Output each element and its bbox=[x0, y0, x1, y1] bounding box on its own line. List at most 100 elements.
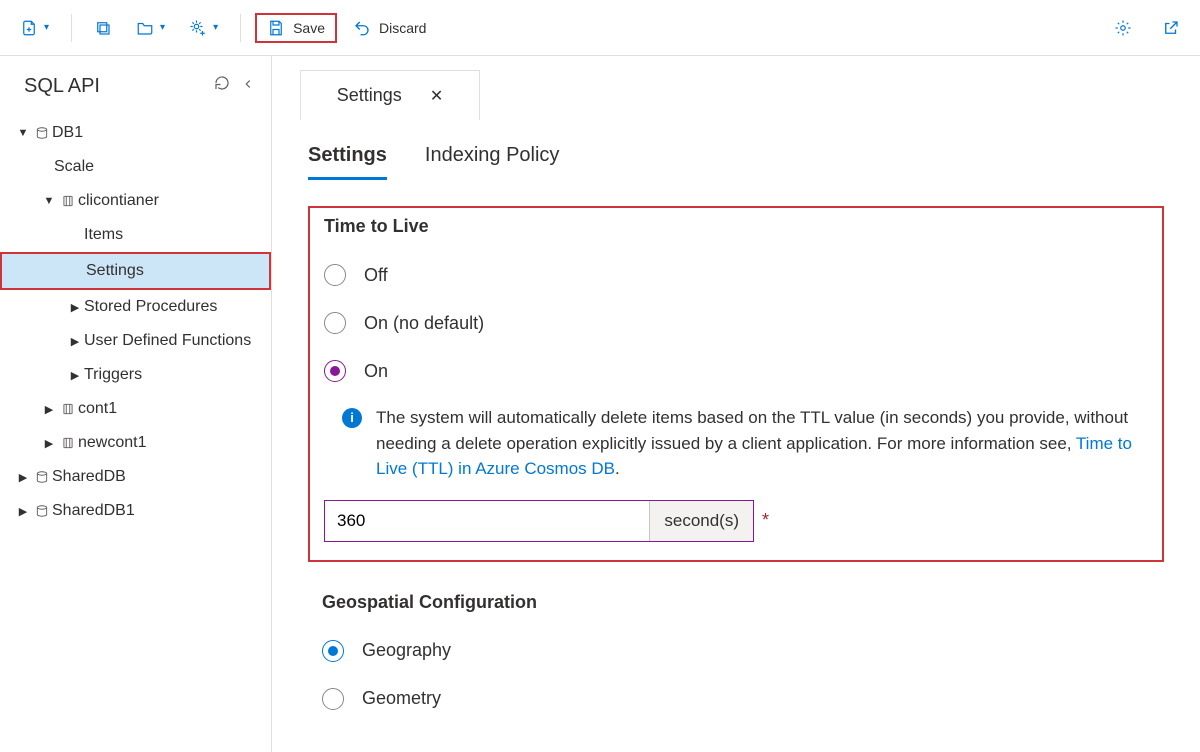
tree-label: newcont1 bbox=[78, 434, 147, 452]
tree-node-db1[interactable]: ▼ DB1 bbox=[0, 116, 271, 150]
subtab-indexing-policy[interactable]: Indexing Policy bbox=[425, 138, 560, 180]
document-tab-settings[interactable]: Settings ✕ bbox=[300, 70, 480, 120]
undo-icon bbox=[353, 19, 371, 37]
caret-down-icon: ▼ bbox=[14, 127, 32, 139]
close-tab-button[interactable]: ✕ bbox=[430, 86, 443, 106]
database-icon bbox=[32, 470, 52, 484]
geo-option-geography[interactable]: Geography bbox=[322, 627, 1150, 675]
ttl-option-on[interactable]: On bbox=[324, 347, 1148, 395]
ttl-info: i The system will automatically delete i… bbox=[342, 405, 1148, 482]
tree-node-shareddb1[interactable]: ▶ SharedDB1 bbox=[0, 494, 271, 528]
tree-label: Scale bbox=[54, 158, 94, 176]
gear-icon bbox=[1114, 19, 1132, 37]
tree-node-clicontainer[interactable]: ▼ clicontianer bbox=[0, 184, 271, 218]
collapse-sidebar-button[interactable] bbox=[241, 74, 255, 98]
container-icon bbox=[58, 436, 78, 450]
ttl-unit-label: second(s) bbox=[649, 501, 753, 541]
open-query-button[interactable]: ▾ bbox=[128, 13, 173, 43]
tree-node-settings[interactable]: Settings bbox=[2, 254, 269, 288]
geospatial-panel: Geospatial Configuration Geography Geome… bbox=[308, 592, 1164, 723]
caret-right-icon: ▶ bbox=[66, 335, 84, 348]
required-indicator: * bbox=[762, 510, 769, 531]
radio-label: On (no default) bbox=[364, 313, 484, 334]
caret-right-icon: ▶ bbox=[66, 301, 84, 314]
chevron-down-icon: ▾ bbox=[213, 22, 218, 33]
resource-tree: ▼ DB1 Scale ▼ clicontianer Items bbox=[0, 116, 271, 528]
subtab-label: Settings bbox=[308, 144, 387, 166]
container-icon bbox=[58, 402, 78, 416]
caret-right-icon: ▶ bbox=[14, 471, 32, 484]
geo-option-geometry[interactable]: Geometry bbox=[322, 675, 1150, 723]
subtab-settings[interactable]: Settings bbox=[308, 138, 387, 180]
toolbar-separator bbox=[240, 14, 241, 42]
radio-label: On bbox=[364, 361, 388, 382]
radio-icon bbox=[324, 360, 346, 382]
tree-label: clicontianer bbox=[78, 192, 159, 210]
gear-plus-icon bbox=[189, 19, 207, 37]
tree-label: DB1 bbox=[52, 124, 83, 142]
tree-node-newcont1[interactable]: ▶ newcont1 bbox=[0, 426, 271, 460]
refresh-button[interactable] bbox=[213, 74, 231, 98]
open-fullscreen-button[interactable] bbox=[1154, 13, 1188, 43]
sidebar: SQL API ▼ DB1 Scale ▼ bbox=[0, 56, 272, 752]
ttl-info-text: The system will automatically delete ite… bbox=[376, 405, 1148, 482]
tree-label: Triggers bbox=[84, 366, 142, 384]
radio-icon bbox=[324, 264, 346, 286]
chevron-left-icon bbox=[241, 77, 255, 91]
ttl-input-group: second(s) * bbox=[324, 500, 1148, 542]
tree-label: Items bbox=[84, 226, 123, 244]
radio-label: Geography bbox=[362, 640, 451, 661]
document-tab-well: Settings ✕ bbox=[300, 70, 1200, 120]
tree-node-sprocs[interactable]: ▶ Stored Procedures bbox=[0, 290, 271, 324]
radio-label: Geometry bbox=[362, 688, 441, 709]
caret-right-icon: ▶ bbox=[66, 369, 84, 382]
document-plus-icon bbox=[20, 19, 38, 37]
folder-icon bbox=[136, 19, 154, 37]
tab-title: Settings bbox=[337, 85, 402, 106]
sidebar-title: SQL API bbox=[24, 75, 100, 98]
caret-right-icon: ▶ bbox=[40, 437, 58, 450]
tree-node-scale[interactable]: Scale bbox=[0, 150, 271, 184]
save-button[interactable]: Save bbox=[255, 13, 337, 43]
refresh-icon bbox=[213, 74, 231, 92]
settings-dropdown-button[interactable]: ▾ bbox=[181, 13, 226, 43]
stack-icon bbox=[94, 19, 112, 37]
subtab-bar: Settings Indexing Policy bbox=[308, 138, 1164, 180]
popout-icon bbox=[1162, 19, 1180, 37]
save-label: Save bbox=[293, 20, 325, 36]
ttl-value-input[interactable] bbox=[325, 501, 649, 541]
geo-heading: Geospatial Configuration bbox=[322, 592, 1150, 613]
discard-button[interactable]: Discard bbox=[345, 13, 434, 43]
tree-node-udfs[interactable]: ▶ User Defined Functions bbox=[0, 324, 271, 358]
tree-node-triggers[interactable]: ▶ Triggers bbox=[0, 358, 271, 392]
tree-node-cont1[interactable]: ▶ cont1 bbox=[0, 392, 271, 426]
discard-label: Discard bbox=[379, 20, 426, 36]
settings-gear-button[interactable] bbox=[1106, 13, 1140, 43]
toolbar: ▾ ▾ ▾ Save Discard bbox=[0, 0, 1200, 56]
database-icon bbox=[32, 126, 52, 140]
chevron-down-icon: ▾ bbox=[160, 22, 165, 33]
save-icon bbox=[267, 19, 285, 37]
toolbar-separator bbox=[71, 14, 72, 42]
new-item-button[interactable] bbox=[86, 13, 120, 43]
ttl-heading: Time to Live bbox=[324, 216, 1148, 237]
caret-right-icon: ▶ bbox=[40, 403, 58, 416]
database-icon bbox=[32, 504, 52, 518]
tree-label: Settings bbox=[86, 262, 144, 280]
ttl-panel: Time to Live Off On (no default) On i T bbox=[308, 206, 1164, 562]
tree-label: SharedDB1 bbox=[52, 502, 135, 520]
ttl-info-suffix: . bbox=[615, 459, 620, 478]
tree-node-items[interactable]: Items bbox=[0, 218, 271, 252]
radio-icon bbox=[322, 640, 344, 662]
ttl-option-on-nodefault[interactable]: On (no default) bbox=[324, 299, 1148, 347]
tree-label: Stored Procedures bbox=[84, 298, 217, 316]
ttl-option-off[interactable]: Off bbox=[324, 251, 1148, 299]
radio-icon bbox=[322, 688, 344, 710]
new-sql-query-button[interactable]: ▾ bbox=[12, 13, 57, 43]
caret-right-icon: ▶ bbox=[14, 505, 32, 518]
tree-node-shareddb[interactable]: ▶ SharedDB bbox=[0, 460, 271, 494]
info-icon: i bbox=[342, 408, 362, 428]
chevron-down-icon: ▾ bbox=[44, 22, 49, 33]
sidebar-header: SQL API bbox=[0, 64, 271, 116]
subtab-label: Indexing Policy bbox=[425, 144, 560, 166]
